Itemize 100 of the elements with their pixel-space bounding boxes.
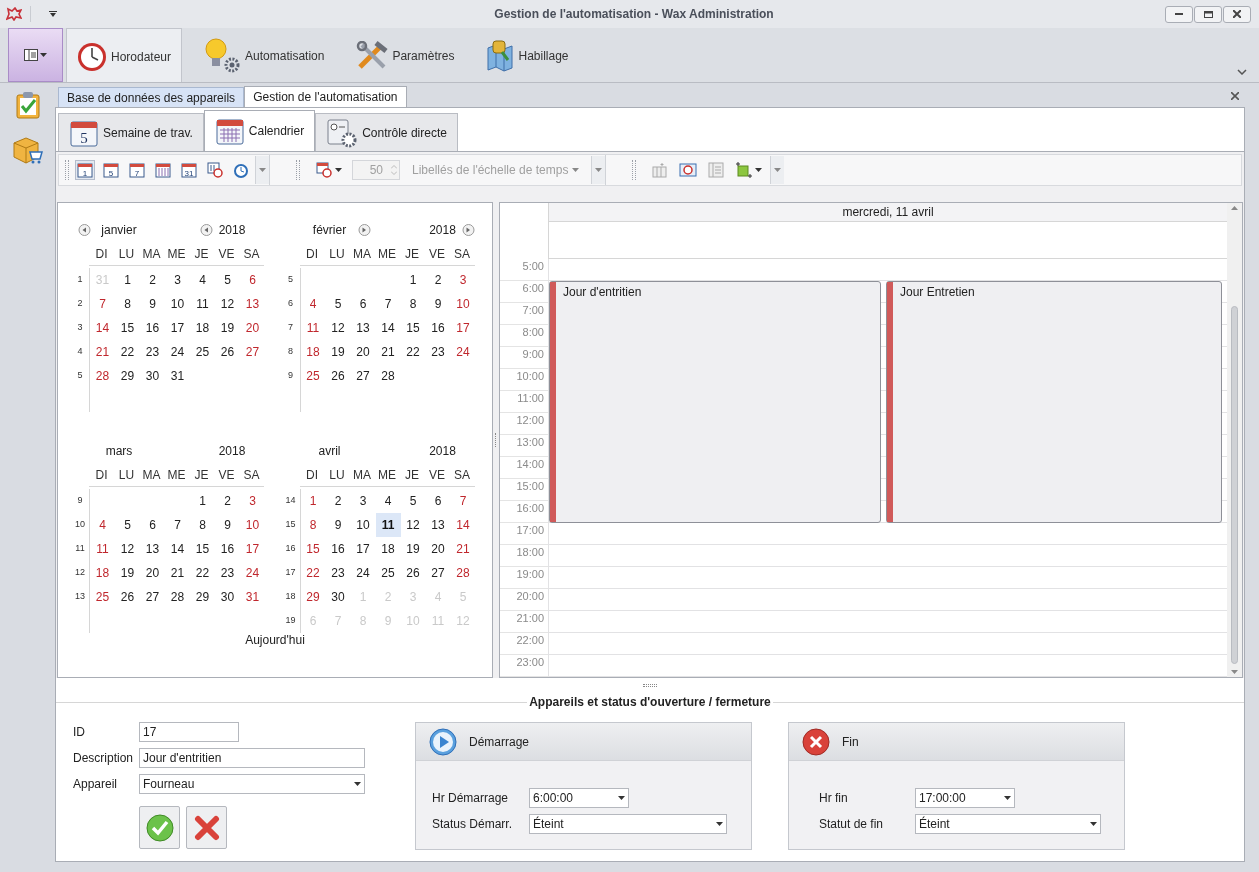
- calendar-day[interactable]: 28: [450, 561, 476, 585]
- calendar-day[interactable]: 24: [165, 340, 190, 364]
- calendar-day[interactable]: 9: [215, 513, 240, 537]
- calendar-day[interactable]: 19: [400, 537, 426, 561]
- calendar-day[interactable]: 4: [190, 268, 215, 292]
- calendar-day[interactable]: 3: [450, 268, 476, 292]
- calendar-day[interactable]: 12: [400, 513, 426, 537]
- calendar-day[interactable]: 28: [375, 364, 401, 388]
- calendar-day[interactable]: 4: [90, 513, 115, 537]
- view-tab[interactable]: Contrôle directe: [315, 113, 458, 151]
- calendar-day[interactable]: 28: [165, 585, 190, 609]
- calendar-day[interactable]: 11: [90, 537, 115, 561]
- calendar-day[interactable]: 12: [115, 537, 140, 561]
- calendar-day[interactable]: 21: [165, 561, 190, 585]
- calendar-day[interactable]: 15: [400, 316, 426, 340]
- calendar-day[interactable]: 7: [375, 292, 401, 316]
- calendar-day[interactable]: 23: [325, 561, 351, 585]
- calendar-day[interactable]: 20: [240, 316, 265, 340]
- close-document-button[interactable]: [1229, 90, 1241, 102]
- calendar-day[interactable]: 13: [350, 316, 376, 340]
- toolbar-overflow-button[interactable]: [591, 156, 606, 184]
- calendar-day[interactable]: 2: [140, 268, 165, 292]
- calendar-day[interactable]: 20: [140, 561, 165, 585]
- calendar-day[interactable]: 5: [115, 513, 140, 537]
- calendar-day[interactable]: 24: [350, 561, 376, 585]
- previous-month-button[interactable]: [199, 223, 213, 237]
- calendar-day[interactable]: 19: [325, 340, 351, 364]
- calendar-day[interactable]: 31: [165, 364, 190, 388]
- box-cart-icon[interactable]: [11, 135, 44, 165]
- calendar-day[interactable]: 4: [375, 489, 401, 513]
- calendar-day[interactable]: 19: [115, 561, 140, 585]
- calendar-day[interactable]: 19: [215, 316, 240, 340]
- calendar-day[interactable]: 4: [300, 292, 326, 316]
- calendar-day[interactable]: 29: [115, 364, 140, 388]
- calendar-day[interactable]: 16: [325, 537, 351, 561]
- calendar-day[interactable]: 6: [350, 292, 376, 316]
- calendar-day[interactable]: 11: [375, 513, 401, 537]
- calendar-day[interactable]: 5: [325, 292, 351, 316]
- calendar-day[interactable]: 26: [325, 364, 351, 388]
- calendar-day[interactable]: 18: [90, 561, 115, 585]
- calendar-day[interactable]: 14: [450, 513, 476, 537]
- calendar-day[interactable]: 16: [425, 316, 451, 340]
- calendar-day[interactable]: 30: [215, 585, 240, 609]
- calendar-day[interactable]: 23: [215, 561, 240, 585]
- calendar-day[interactable]: 10: [240, 513, 265, 537]
- calendar-day[interactable]: 8: [400, 292, 426, 316]
- calendar-day[interactable]: 2: [215, 489, 240, 513]
- calendar-day[interactable]: 3: [240, 489, 265, 513]
- calendar-dropdown-button[interactable]: [314, 162, 344, 178]
- calendar-day[interactable]: 10: [165, 292, 190, 316]
- maximize-button[interactable]: [1194, 5, 1222, 23]
- calendar-day[interactable]: 2: [425, 268, 451, 292]
- toolbar-button[interactable]: [678, 160, 699, 180]
- ribbon-tab[interactable]: Horodateur: [66, 28, 183, 82]
- calendar-day[interactable]: 6: [140, 513, 165, 537]
- calendar-day[interactable]: 21: [375, 340, 401, 364]
- toolbar-button[interactable]: 7: [127, 160, 147, 180]
- calendar-day[interactable]: 14: [90, 316, 115, 340]
- splitter-grip[interactable]: [643, 683, 657, 687]
- ribbon-tab[interactable]: Automatisation: [192, 28, 336, 82]
- calendar-day[interactable]: 13: [240, 292, 265, 316]
- calendar-day[interactable]: 8: [300, 513, 326, 537]
- day-header[interactable]: mercredi, 11 avril: [548, 203, 1227, 222]
- dropdown-field[interactable]: Éteint: [915, 814, 1101, 834]
- calendar-day[interactable]: 9: [140, 292, 165, 316]
- next-month-button[interactable]: [462, 223, 475, 237]
- calendar-day[interactable]: 8: [190, 513, 215, 537]
- calendar-day[interactable]: 13: [425, 513, 451, 537]
- calendar-day[interactable]: 10: [350, 513, 376, 537]
- calendar-day[interactable]: 31: [240, 585, 265, 609]
- calendar-day[interactable]: 1: [190, 489, 215, 513]
- calendar-day[interactable]: 13: [140, 537, 165, 561]
- calendar-day[interactable]: 21: [450, 537, 476, 561]
- close-button[interactable]: [1223, 5, 1251, 23]
- calendar-day[interactable]: 9: [425, 292, 451, 316]
- calendar-day[interactable]: 22: [115, 340, 140, 364]
- calendar-day[interactable]: 26: [115, 585, 140, 609]
- calendar-day[interactable]: 14: [165, 537, 190, 561]
- calendar-day[interactable]: 23: [140, 340, 165, 364]
- calendar-day[interactable]: 22: [300, 561, 326, 585]
- appointment[interactable]: Jour Entretien: [886, 281, 1222, 523]
- calendar-day[interactable]: 29: [190, 585, 215, 609]
- calendar-day[interactable]: 15: [190, 537, 215, 561]
- calendar-day[interactable]: 30: [325, 585, 351, 609]
- calendar-day[interactable]: 3: [165, 268, 190, 292]
- calendar-day[interactable]: 2: [325, 489, 351, 513]
- toolbar-button[interactable]: 31: [179, 160, 199, 180]
- calendar-day[interactable]: 24: [450, 340, 476, 364]
- calendar-day[interactable]: 11: [190, 292, 215, 316]
- calendar-day[interactable]: 20: [425, 537, 451, 561]
- calendar-day[interactable]: 23: [425, 340, 451, 364]
- calendar-day[interactable]: 26: [215, 340, 240, 364]
- calendar-day[interactable]: 1: [400, 268, 426, 292]
- calendar-day[interactable]: 18: [375, 537, 401, 561]
- calendar-day[interactable]: 6: [425, 489, 451, 513]
- calendar-day[interactable]: 7: [450, 489, 476, 513]
- calendar-day[interactable]: 6: [240, 268, 265, 292]
- calendar-day[interactable]: 24: [240, 561, 265, 585]
- document-tab[interactable]: Base de données des appareils: [58, 87, 245, 107]
- calendar-day[interactable]: 26: [400, 561, 426, 585]
